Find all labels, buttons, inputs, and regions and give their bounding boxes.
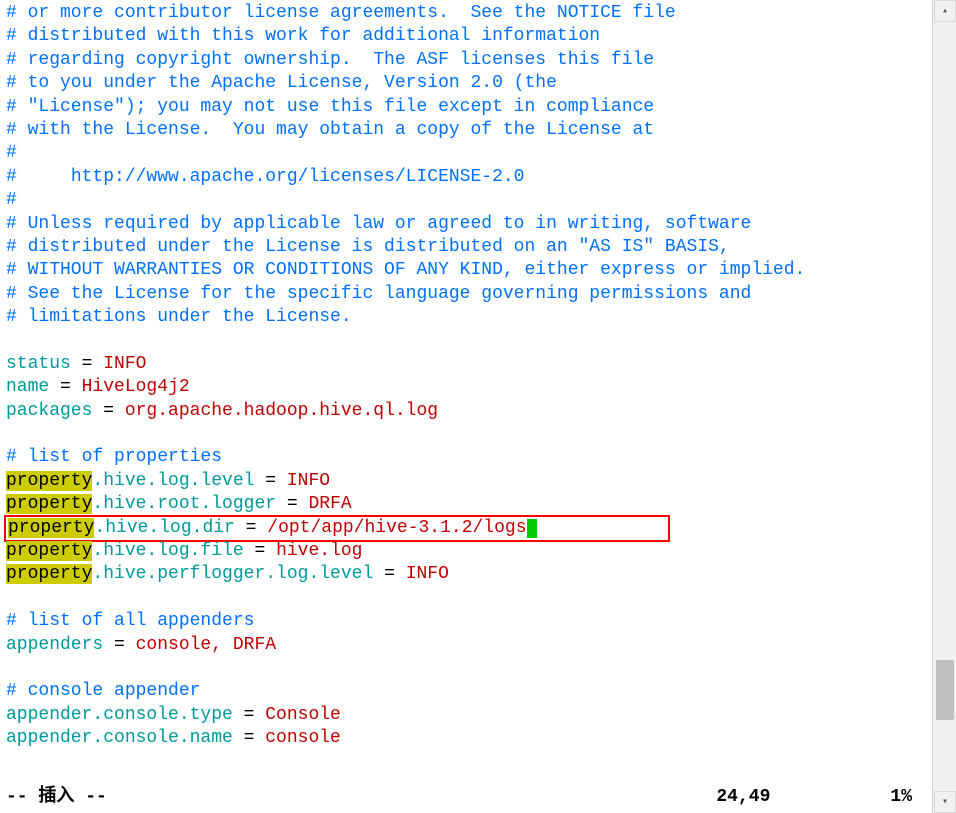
comment-line: # WITHOUT WARRANTIES OR CONDITIONS OF AN… <box>6 260 805 280</box>
kv-val: org.apache.hadoop.hive.ql.log <box>125 401 438 421</box>
comment-line: # regarding copyright ownership. The ASF… <box>6 50 654 70</box>
status-spacer <box>107 786 717 809</box>
comment-line: # to you under the Apache License, Versi… <box>6 73 557 93</box>
chevron-down-icon: ▾ <box>942 796 948 809</box>
kv-key: appender.console.name <box>6 728 233 748</box>
equals: = <box>92 401 124 421</box>
equals: = <box>244 541 276 561</box>
prop-val-logdir: /opt/app/hive-3.1.2/logs <box>267 518 526 538</box>
kv-val: INFO <box>103 354 146 374</box>
prop-path: .hive.perflogger.log.level <box>92 564 373 584</box>
equals: = <box>235 518 267 538</box>
vim-mode: -- 插入 -- <box>6 786 107 809</box>
equals: = <box>103 635 135 655</box>
scrollbar-down-button[interactable]: ▾ <box>934 791 956 813</box>
prop-val: INFO <box>406 564 449 584</box>
comment-line: # "License"); you may not use this file … <box>6 97 654 117</box>
scroll-percent: 1% <box>890 786 926 809</box>
comment-line: # distributed under the License is distr… <box>6 237 730 257</box>
property-keyword: property <box>6 471 92 491</box>
property-keyword: property <box>6 564 92 584</box>
kv-val: console, DRFA <box>136 635 276 655</box>
comment-line: # <box>6 190 17 210</box>
comment-line: # distributed with this work for additio… <box>6 26 600 46</box>
license-url: http://www.apache.org/licenses/LICENSE-2… <box>71 167 525 187</box>
prop-path: .hive.log.level <box>92 471 254 491</box>
comment-line: # See the License for the specific langu… <box>6 284 751 304</box>
vertical-scrollbar[interactable]: ▴ ▾ <box>932 0 956 813</box>
chevron-up-icon: ▴ <box>942 5 948 18</box>
text-cursor <box>527 519 537 538</box>
section-header: # list of all appenders <box>6 611 254 631</box>
property-keyword: property <box>8 518 94 538</box>
comment-line: # or more contributor license agreements… <box>6 3 676 23</box>
property-keyword: property <box>6 494 92 514</box>
section-header: # console appender <box>6 681 200 701</box>
equals: = <box>49 377 81 397</box>
equals: = <box>233 705 265 725</box>
comment-line: # <box>6 143 17 163</box>
kv-val: console <box>265 728 341 748</box>
kv-key: status <box>6 354 71 374</box>
kv-val: HiveLog4j2 <box>82 377 190 397</box>
editor-viewport[interactable]: # or more contributor license agreements… <box>0 0 932 813</box>
vim-status-line: -- 插入 -- 24,49 1% <box>6 786 926 809</box>
prop-path: .hive.root.logger <box>92 494 276 514</box>
equals: = <box>254 471 286 491</box>
kv-key: appender.console.type <box>6 705 233 725</box>
kv-key: appenders <box>6 635 103 655</box>
prop-val: hive.log <box>276 541 362 561</box>
kv-key: name <box>6 377 49 397</box>
equals: = <box>233 728 265 748</box>
cursor-position: 24,49 <box>716 786 890 809</box>
prop-val: DRFA <box>308 494 351 514</box>
prop-path: .hive.log.dir <box>94 518 234 538</box>
comment-line: # with the License. You may obtain a cop… <box>6 120 654 140</box>
kv-key: packages <box>6 401 92 421</box>
scrollbar-up-button[interactable]: ▴ <box>934 0 956 22</box>
section-header: # list of properties <box>6 447 222 467</box>
prop-path: .hive.log.file <box>92 541 243 561</box>
comment-line: # Unless required by applicable law or a… <box>6 214 751 234</box>
highlighted-edit-line: property.hive.log.dir = /opt/app/hive-3.… <box>4 515 670 542</box>
comment-line: # limitations under the License. <box>6 307 352 327</box>
equals: = <box>276 494 308 514</box>
scrollbar-thumb[interactable] <box>936 660 954 720</box>
equals: = <box>373 564 405 584</box>
kv-val: Console <box>265 705 341 725</box>
equals: = <box>71 354 103 374</box>
code-content: # or more contributor license agreements… <box>6 2 926 751</box>
prop-val: INFO <box>287 471 330 491</box>
property-keyword: property <box>6 541 92 561</box>
comment-line: # <box>6 167 71 187</box>
